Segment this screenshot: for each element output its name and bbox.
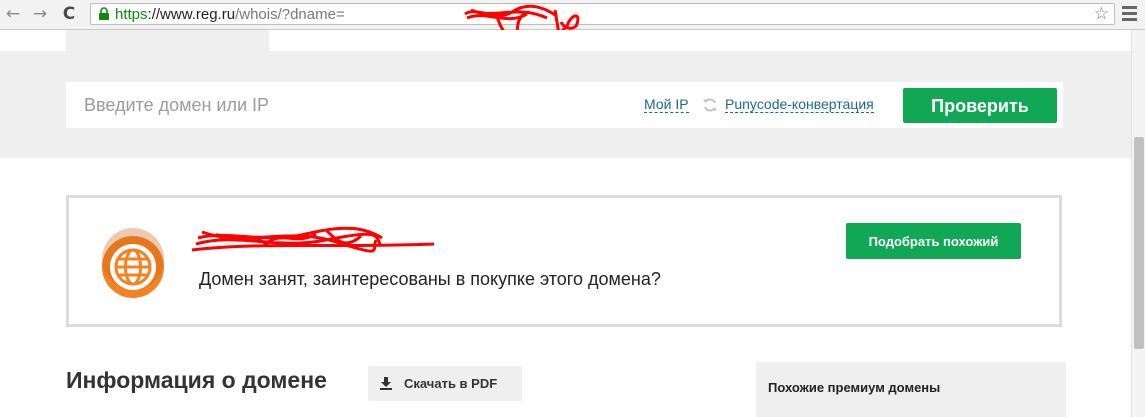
- back-arrow-icon[interactable]: ←: [3, 4, 23, 24]
- url-scheme: https: [115, 6, 148, 23]
- globe-icon: [102, 228, 164, 298]
- find-similar-button[interactable]: Подобрать похожий: [846, 223, 1021, 259]
- redaction-scribble: [191, 226, 435, 253]
- domain-status-text: Домен занят, заинтересованы в покупке эт…: [199, 269, 661, 289]
- domain-result-card: Домен занят, заинтересованы в покупке эт…: [66, 195, 1062, 327]
- premium-domains-title: Похожие премиум домены: [768, 380, 941, 395]
- menu-icon[interactable]: [1122, 6, 1138, 22]
- search-box: Мой IP Punycode-конвертация Проверить: [66, 82, 1063, 128]
- reload-icon[interactable]: C: [59, 4, 79, 24]
- premium-domains-panel: Похожие премиум домены: [756, 362, 1066, 417]
- lock-icon: [99, 7, 109, 20]
- my-ip-link[interactable]: Мой IP: [644, 97, 689, 113]
- top-tab: [66, 30, 269, 51]
- check-button[interactable]: Проверить: [903, 88, 1057, 123]
- download-pdf-button[interactable]: Скачать в PDF: [368, 366, 522, 401]
- scrollbar-thumb[interactable]: [1134, 137, 1144, 349]
- address-bar[interactable]: https://www.reg.ru/whois/?dname= ☆: [90, 3, 1115, 41]
- forward-arrow-icon[interactable]: →: [30, 4, 50, 24]
- url-host: ://www.reg.ru: [147, 6, 236, 23]
- punycode-link[interactable]: Punycode-конвертация: [725, 97, 874, 113]
- domain-search-input[interactable]: [84, 94, 484, 116]
- download-icon: [380, 377, 392, 390]
- domain-info-title: Информация о домене: [66, 367, 327, 393]
- browser-toolbar: ← → C https://www.reg.ru/whois/?dname= ☆: [0, 0, 1145, 41]
- url-text: https://www.reg.ru/whois/?dname=: [115, 6, 345, 23]
- page-scrollbar[interactable]: [1131, 30, 1145, 417]
- download-pdf-label: Скачать в PDF: [404, 376, 498, 391]
- refresh-icon: [703, 98, 717, 112]
- star-icon[interactable]: ☆: [1094, 4, 1109, 24]
- url-path: /whois/?dname=: [235, 6, 345, 23]
